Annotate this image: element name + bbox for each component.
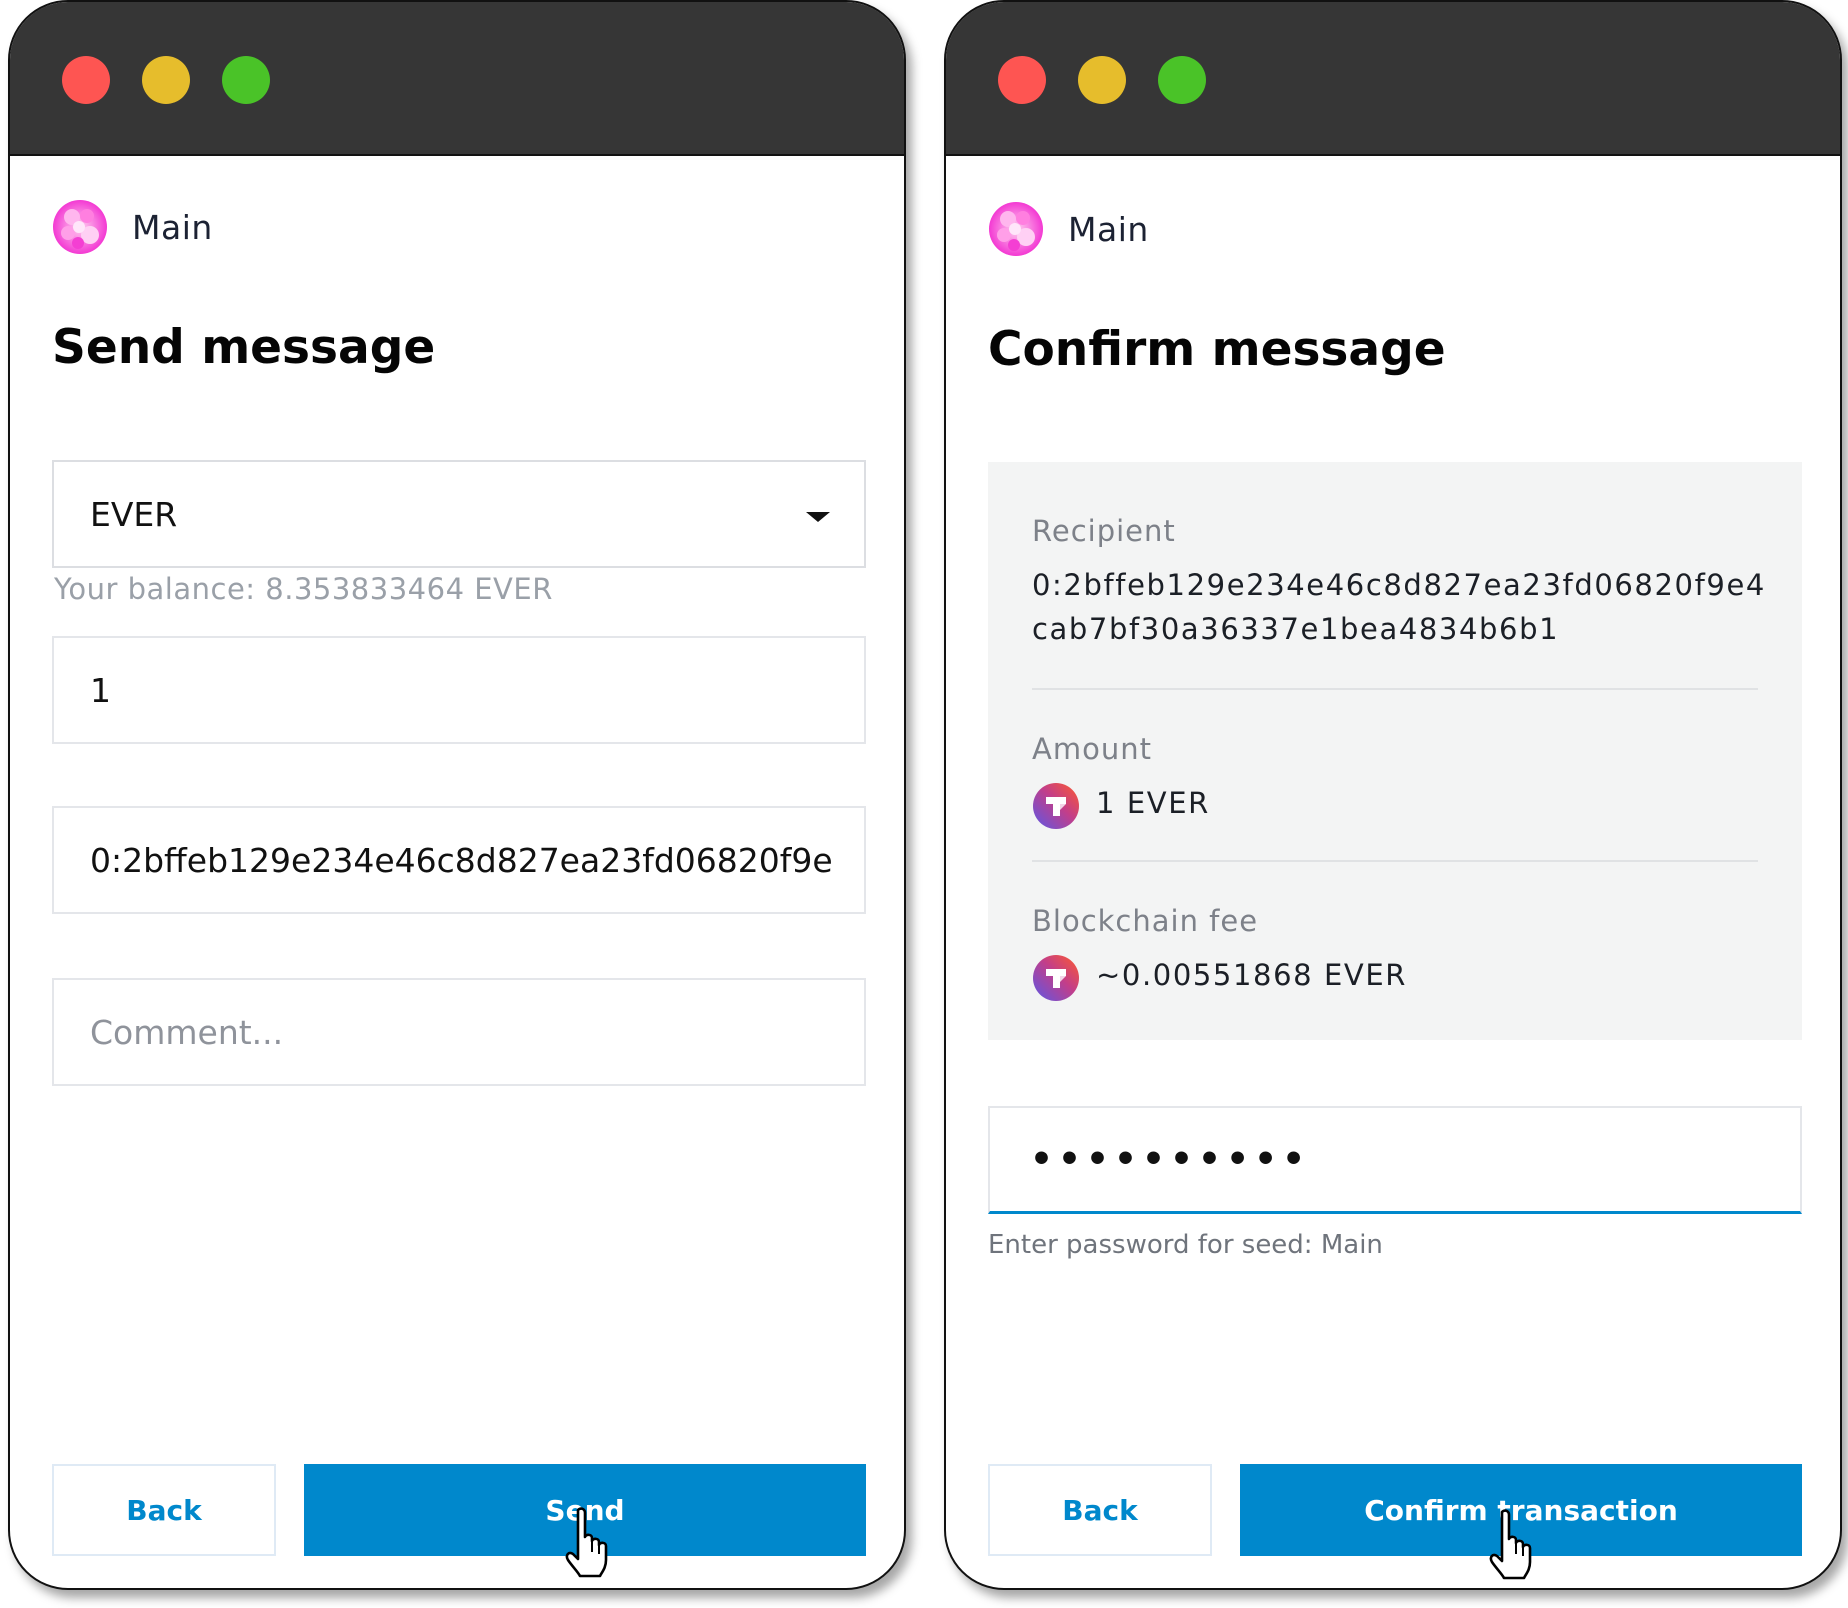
send-message-window: Main Send message EVER Your balance: 8.3… — [8, 0, 906, 1590]
recipient-address-value: 0:2bffeb129e234e46c8d827ea23fd06820f9e — [90, 840, 833, 880]
amount-input[interactable]: 1 — [52, 636, 866, 744]
page-title: Send message — [52, 320, 436, 375]
balance-text: Your balance: 8.353833464 EVER — [54, 572, 553, 606]
token-select-value: EVER — [90, 494, 178, 534]
page-title: Confirm message — [988, 322, 1446, 377]
minimize-window-button[interactable] — [142, 56, 190, 104]
comment-placeholder: Comment... — [90, 1012, 284, 1052]
back-button[interactable]: Back — [52, 1464, 276, 1556]
confirm-message-window: Main Confirm message Recipient 0:2bffeb1… — [944, 0, 1842, 1590]
close-window-button[interactable] — [62, 56, 110, 104]
avatar-icon — [52, 199, 108, 255]
amount-value: 1 EVER — [1096, 786, 1210, 820]
chevron-down-icon — [806, 512, 830, 522]
back-button[interactable]: Back — [988, 1464, 1212, 1556]
account-name: Main — [1068, 209, 1149, 249]
avatar-icon — [988, 201, 1044, 257]
account-header[interactable]: Main — [988, 201, 1149, 257]
minimize-window-button[interactable] — [1078, 56, 1126, 104]
recipient-label: Recipient — [1032, 514, 1176, 548]
window-titlebar — [946, 2, 1840, 156]
blockchain-fee-label: Blockchain fee — [1032, 904, 1259, 938]
maximize-window-button[interactable] — [222, 56, 270, 104]
password-input[interactable]: •••••••••• — [988, 1106, 1802, 1214]
maximize-window-button[interactable] — [1158, 56, 1206, 104]
ever-token-icon — [1032, 954, 1080, 1002]
account-name: Main — [132, 207, 213, 247]
hand-pointer-icon — [1488, 1508, 1536, 1580]
amount-input-value: 1 — [90, 670, 111, 710]
divider — [1032, 688, 1758, 690]
blockchain-fee-value: ~0.00551868 EVER — [1096, 958, 1408, 992]
recipient-address-line-2: cab7bf30a36337e1bea4834b6b1 — [1032, 612, 1560, 646]
password-input-value: •••••••••• — [1030, 1139, 1311, 1180]
account-header[interactable]: Main — [52, 199, 213, 255]
comment-input[interactable]: Comment... — [52, 978, 866, 1086]
close-window-button[interactable] — [998, 56, 1046, 104]
divider — [1032, 860, 1758, 862]
ever-token-icon — [1032, 782, 1080, 830]
recipient-address-input[interactable]: 0:2bffeb129e234e46c8d827ea23fd06820f9e — [52, 806, 866, 914]
window-titlebar — [10, 2, 904, 156]
password-hint: Enter password for seed: Main — [988, 1230, 1383, 1260]
token-select[interactable]: EVER — [52, 460, 866, 568]
hand-pointer-icon — [564, 1506, 612, 1578]
recipient-address-line-1: 0:2bffeb129e234e46c8d827ea23fd06820f9e4 — [1032, 568, 1766, 602]
amount-label: Amount — [1032, 732, 1152, 766]
transaction-summary: Recipient 0:2bffeb129e234e46c8d827ea23fd… — [988, 462, 1802, 1040]
